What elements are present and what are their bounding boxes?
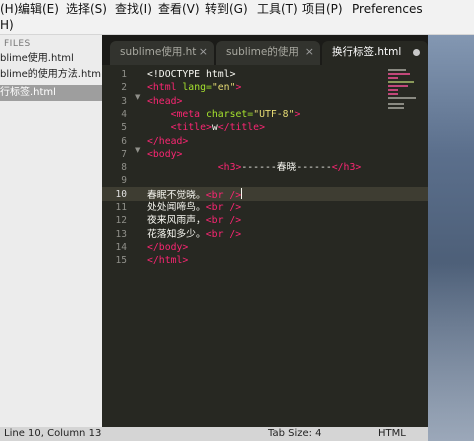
menu-view[interactable]: 查看(V)	[158, 1, 200, 17]
line-number: 12	[115, 215, 127, 227]
menu-goto[interactable]: 转到(G)	[205, 1, 248, 17]
line-number: 4	[121, 108, 127, 120]
sidebar: FILES blime使用.html blime的使用方法.htm 行标签.ht…	[0, 35, 102, 427]
line-number: 3	[121, 95, 127, 107]
sidebar-header: FILES	[4, 39, 31, 49]
code-string: "en"	[211, 82, 236, 94]
desktop-background	[428, 0, 474, 441]
code-line: </head>	[147, 135, 188, 148]
sidebar-file-item[interactable]: blime的使用方法.htm	[0, 67, 102, 83]
code-tag: </head>	[147, 135, 189, 147]
menu-edit[interactable]: 编辑(E)	[18, 1, 59, 17]
line-number: 2	[121, 82, 127, 94]
code-line: <h3>------春晓------</h3>	[147, 161, 361, 174]
code-tag: >	[235, 82, 242, 94]
code-string: "UTF-8"	[253, 108, 295, 120]
menu-preferences[interactable]: Preferences	[352, 1, 423, 17]
code-tag: <body>	[147, 148, 183, 160]
code-tag: <html	[147, 82, 177, 94]
code-attr: charset=	[200, 108, 254, 120]
code-tag: >	[294, 108, 301, 120]
line-number: 9	[121, 175, 127, 187]
tab-label: sublime使用.ht	[120, 46, 197, 58]
code-line: 花落知多少。<br />	[147, 228, 241, 241]
tab-size-indicator[interactable]: Tab Size: 4	[268, 427, 322, 441]
tab-bar: sublime使用.ht × sublime的使用 × 换行标签.html	[102, 35, 428, 65]
line-number: 6	[121, 135, 127, 147]
menu-tools[interactable]: 工具(T)	[257, 1, 298, 17]
code-tag: <title>	[170, 122, 212, 134]
menu-help-wrapped[interactable]: H)	[0, 17, 14, 33]
code-tag: </h3>	[331, 162, 362, 174]
code-line: <html lang="en">	[147, 81, 241, 94]
code-tag: </body>	[147, 241, 189, 253]
code-line: 处处闻啼鸟。<br />	[147, 201, 241, 214]
fold-arrow-icon[interactable]: ▼	[135, 146, 140, 154]
line-number: 11	[115, 202, 127, 213]
line-number: 1	[121, 69, 127, 80]
line-number: 14	[115, 241, 127, 253]
tab-label: 换行标签.html	[332, 46, 402, 58]
code-line: </body>	[147, 241, 188, 254]
sidebar-file-item-active[interactable]: 行标签.html	[0, 85, 102, 101]
close-icon[interactable]: ×	[199, 41, 208, 63]
code-text: 夜来风雨声，	[147, 215, 206, 227]
line-number: 7	[121, 148, 127, 160]
fold-arrow-icon[interactable]: ▼	[135, 93, 140, 101]
code-attr: lang=	[176, 82, 212, 94]
menu-project[interactable]: 项目(P)	[302, 1, 343, 17]
status-bar: Line 10, Column 13 Tab Size: 4 HTML	[0, 427, 428, 441]
code-line: </html>	[147, 254, 188, 267]
code-line: <title>w</title>	[147, 121, 265, 134]
code-tag: </title>	[217, 122, 265, 134]
tab-label: sublime的使用	[226, 46, 299, 58]
code-text: 花落知多少。	[147, 228, 206, 240]
code-tag: <meta	[170, 108, 201, 120]
line-number: 8	[121, 162, 127, 174]
code-line: <body>	[147, 148, 182, 161]
syntax-indicator[interactable]: HTML	[378, 427, 406, 441]
line-number: 13	[115, 228, 127, 240]
menu-selection[interactable]: 选择(S)	[66, 1, 107, 17]
tab-line-break-tag[interactable]: 换行标签.html	[322, 41, 428, 65]
line-number: 5	[121, 122, 127, 134]
tab-sublime-usage-method[interactable]: sublime的使用 ×	[216, 41, 320, 65]
code-tag: <br />	[205, 202, 242, 213]
code-line: 夜来风雨声，<br />	[147, 214, 241, 227]
code-line: <head>	[147, 95, 182, 108]
code-tag: <h3>	[217, 162, 242, 174]
close-icon[interactable]: ×	[305, 41, 314, 63]
code-text: ------春晓------	[241, 162, 332, 174]
code-tag: <br />	[205, 228, 242, 240]
text-cursor	[241, 187, 243, 199]
line-number-current: 10	[115, 188, 127, 200]
minimap[interactable]	[388, 65, 428, 115]
tab-sublime-usage[interactable]: sublime使用.ht ×	[110, 41, 214, 65]
code-line: <!DOCTYPE html>	[147, 68, 235, 81]
unsaved-dot-icon[interactable]	[413, 49, 420, 56]
menu-help[interactable]: (H)	[0, 1, 18, 17]
code-tag: <head>	[147, 95, 183, 107]
code-tag: </html>	[147, 255, 189, 267]
sidebar-file-item[interactable]: blime使用.html	[0, 51, 102, 67]
line-number: 15	[115, 255, 127, 267]
code-line: <meta charset="UTF-8">	[147, 108, 301, 121]
code-text: 春眠不觉晓。	[147, 189, 206, 201]
code-editor[interactable]: 1 2 3 4 5 6 7 8 9 10 11 12 13 14 15 ▼ ▼ …	[102, 65, 428, 427]
code-doctype: <!DOCTYPE html>	[147, 69, 236, 80]
menu-find[interactable]: 查找(I)	[115, 1, 152, 17]
code-line-current: 春眠不觉晓。<br />	[147, 187, 243, 201]
code-tag: <br />	[205, 215, 242, 227]
code-tag: <br />	[205, 189, 242, 201]
cursor-position: Line 10, Column 13	[4, 428, 102, 439]
menu-bar: (H) 编辑(E) 选择(S) 查找(I) 查看(V) 转到(G) 工具(T) …	[0, 0, 474, 35]
code-text: 处处闻啼鸟。	[147, 202, 206, 213]
